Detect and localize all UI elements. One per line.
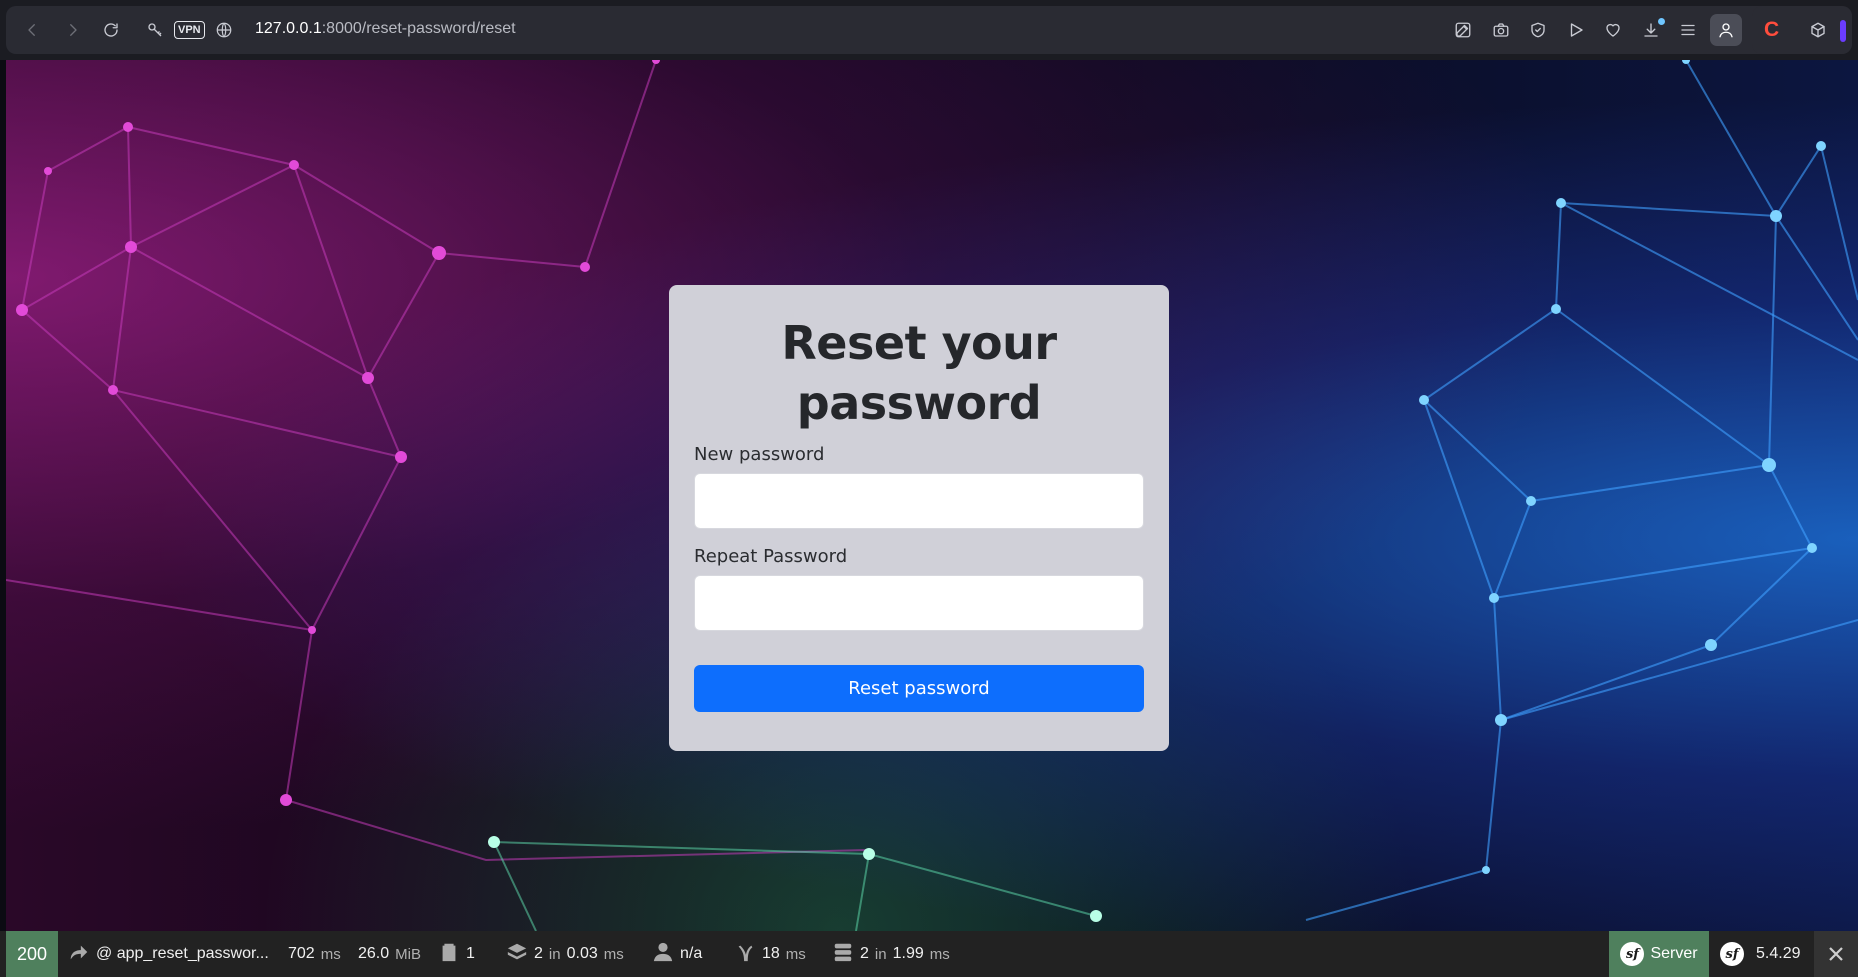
new-password-input[interactable]: [694, 473, 1144, 529]
symfony-version-panel[interactable]: sf 5.4.29: [1720, 931, 1800, 977]
browser-toolbar: VPN 127.0.0.1:8000/reset-password/reset: [6, 6, 1852, 54]
memory-unit: MiB: [395, 945, 421, 963]
chevron-right-icon: [70, 24, 77, 36]
repeat-password-label: Repeat Password: [694, 546, 848, 567]
db-unit: ms: [929, 945, 950, 963]
memory-panel[interactable]: 26.0 MiB: [358, 931, 421, 977]
user-icon: [1719, 23, 1733, 38]
extensions-area: C: [1752, 6, 1852, 54]
browser-chrome: VPN 127.0.0.1:8000/reset-password/reset: [0, 0, 1858, 60]
user-value: n/a: [680, 945, 703, 962]
layers-icon: [506, 941, 528, 968]
address-bar-indicators: VPN: [146, 18, 233, 42]
favorites-button[interactable]: [1597, 14, 1629, 46]
camera-icon: [1493, 23, 1509, 37]
download-icon: [1644, 23, 1658, 37]
route-panel[interactable]: @ app_reset_passwor...: [68, 931, 269, 977]
toolbar-close-button[interactable]: [1814, 931, 1858, 977]
symfony-version: 5.4.29: [1756, 945, 1801, 962]
vpn-badge[interactable]: VPN: [174, 21, 205, 39]
twig-time: 18: [762, 945, 780, 962]
logs-panel[interactable]: 1: [438, 931, 475, 977]
heart-icon: [1606, 23, 1620, 37]
url-host: 127.0.0.1: [255, 20, 322, 37]
reset-password-button[interactable]: Reset password: [694, 665, 1144, 712]
db-in-label: in: [874, 945, 887, 963]
cache-in-label: in: [548, 945, 561, 963]
reload-icon: [104, 23, 118, 37]
database-icon: [832, 941, 854, 968]
route-name: @ app_reset_passwor...: [96, 945, 269, 962]
db-time: 1.99: [892, 945, 924, 962]
key-icon[interactable]: [146, 21, 164, 39]
security-panel[interactable]: n/a: [652, 931, 702, 977]
twig-panel[interactable]: 18 ms: [734, 931, 806, 977]
forward-button[interactable]: [57, 14, 89, 46]
cache-time: 0.03: [566, 945, 598, 962]
play-icon: [1570, 23, 1583, 37]
server-panel[interactable]: sf Server: [1609, 931, 1709, 977]
reload-button[interactable]: [95, 14, 127, 46]
status-code-badge[interactable]: 200: [6, 931, 58, 977]
redirect-arrow-icon: [68, 941, 90, 968]
user-silhouette-icon: [652, 941, 674, 968]
edit-icon: [1455, 22, 1471, 38]
time-panel[interactable]: 702 ms: [288, 931, 341, 977]
menu-lines-icon: [1681, 24, 1695, 36]
memory-value: 26.0: [358, 945, 390, 962]
globe-icon[interactable]: [215, 21, 233, 39]
screenshot-button[interactable]: [1485, 14, 1517, 46]
time-value: 702: [288, 945, 315, 962]
shield-icon: [1531, 22, 1545, 38]
server-label: Server: [1650, 945, 1698, 962]
cache-panel[interactable]: 2 in 0.03 ms: [506, 931, 624, 977]
symfony-debug-toolbar: 200 @ app_reset_passwor... 702 ms 26.0 M…: [0, 931, 1858, 977]
chevron-left-icon: [28, 24, 35, 36]
url-field[interactable]: 127.0.0.1:8000/reset-password/reset: [255, 20, 516, 38]
downloads-button[interactable]: [1635, 14, 1667, 46]
new-password-label: New password: [694, 444, 825, 465]
page-viewport: Reset your password New password Repeat …: [6, 60, 1858, 931]
url-path: :8000/reset-password/reset: [321, 20, 516, 37]
extension-c-icon[interactable]: C: [1764, 18, 1779, 42]
database-panel[interactable]: 2 in 1.99 ms: [832, 931, 950, 977]
menu-button[interactable]: [1672, 14, 1704, 46]
extensions-button[interactable]: [1802, 14, 1834, 46]
symfony-logo-icon: sf: [1720, 942, 1744, 966]
time-unit: ms: [320, 945, 341, 963]
clipboard-icon: [438, 941, 460, 968]
page-title: Reset your password: [781, 316, 1057, 430]
cache-count: 2: [534, 945, 543, 962]
symfony-logo-icon: sf: [1620, 942, 1645, 966]
back-button[interactable]: [16, 14, 48, 46]
twig-unit: ms: [785, 945, 806, 963]
shield-button[interactable]: [1522, 14, 1554, 46]
profile-button[interactable]: [1710, 14, 1742, 46]
download-badge-dot: [1658, 18, 1665, 25]
db-count: 2: [860, 945, 869, 962]
repeat-password-input[interactable]: [694, 575, 1144, 631]
close-icon: [1829, 947, 1843, 961]
logs-count: 1: [466, 945, 475, 962]
cube-icon: [1811, 22, 1825, 38]
sidebar-accent-bar: [1840, 20, 1846, 42]
play-button[interactable]: [1560, 14, 1592, 46]
edit-page-button[interactable]: [1447, 14, 1479, 46]
cache-unit: ms: [603, 945, 624, 963]
twig-branch-icon: [734, 941, 756, 968]
reset-password-card: Reset your password New password Repeat …: [669, 285, 1169, 751]
